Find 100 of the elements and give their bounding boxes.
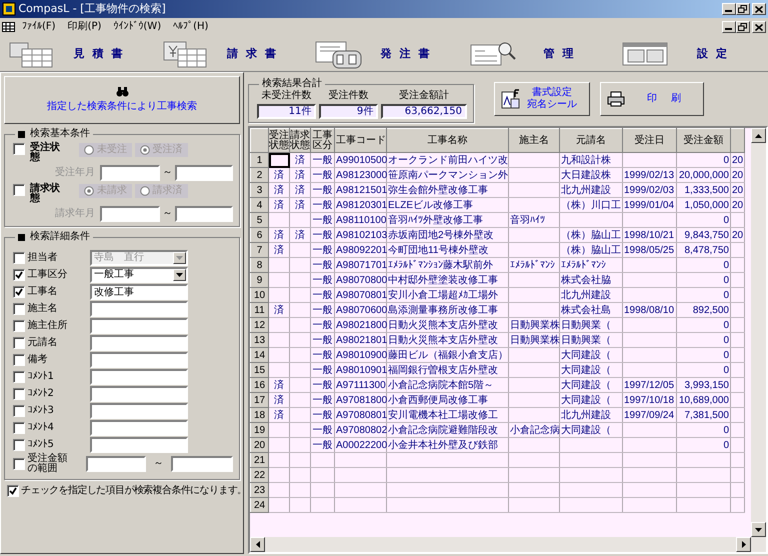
restore-button[interactable] <box>736 3 750 15</box>
checkbox[interactable] <box>13 438 25 450</box>
minimize-button[interactable] <box>722 3 736 15</box>
column-header[interactable]: 受注状態 <box>268 128 290 152</box>
date-field[interactable] <box>175 206 233 222</box>
text-field[interactable] <box>90 420 188 436</box>
radio-icon[interactable] <box>140 186 150 196</box>
toolbar-button[interactable]: 見積書 <box>0 36 154 71</box>
row-number[interactable]: 2 <box>250 168 268 182</box>
table-cell: 済 <box>268 182 290 198</box>
date-field[interactable] <box>175 165 233 181</box>
search-button[interactable]: 指定した検索条件により工事検索 <box>4 76 240 124</box>
amount-field[interactable] <box>171 456 233 472</box>
row-number[interactable]: 23 <box>250 482 268 498</box>
row-number[interactable]: 12 <box>250 318 268 332</box>
print-button[interactable]: 印刷 <box>600 82 704 116</box>
checkbox[interactable] <box>13 336 25 348</box>
column-header[interactable]: 請求状態 <box>290 128 310 152</box>
radio-icon[interactable] <box>140 144 150 154</box>
minimize-button[interactable] <box>722 21 736 33</box>
checkbox[interactable] <box>13 388 25 400</box>
menu-item[interactable]: ﾌｧｲﾙ(F) <box>16 21 62 33</box>
table-cell: 0 <box>676 362 730 378</box>
row-number[interactable]: 5 <box>250 212 268 228</box>
table-cell: 小倉記念病院避難階段改 <box>386 422 508 438</box>
amount-field[interactable] <box>86 456 146 472</box>
close-button[interactable] <box>752 3 766 15</box>
checkbox[interactable] <box>13 184 25 196</box>
checkbox[interactable] <box>13 370 25 382</box>
dropdown[interactable]: 一般工事 <box>90 266 188 282</box>
label-settings-button[interactable]: 書式設定 宛名シール <box>494 82 590 116</box>
restore-button[interactable] <box>736 21 750 33</box>
column-header[interactable]: 工事コード <box>334 128 386 152</box>
toolbar-button[interactable]: 設定 <box>614 36 768 71</box>
checkbox[interactable] <box>13 268 25 280</box>
row-number[interactable]: 14 <box>250 348 268 362</box>
column-header[interactable]: 受注日 <box>622 128 676 152</box>
toolbar-button[interactable]: 請求書 <box>154 36 308 71</box>
table-cell: 8,478,750 <box>676 242 730 258</box>
row-number[interactable]: 1 <box>250 152 268 168</box>
checkbox[interactable] <box>13 286 25 298</box>
checkbox[interactable] <box>13 422 25 434</box>
checkbox[interactable] <box>13 142 25 154</box>
row-number[interactable]: 7 <box>250 242 268 258</box>
vertical-scrollbar[interactable] <box>751 128 766 537</box>
text-field[interactable] <box>90 386 188 402</box>
row-number[interactable]: 13 <box>250 332 268 348</box>
row-number[interactable]: 4 <box>250 198 268 212</box>
checkbox[interactable] <box>13 458 25 470</box>
range-separator: ～ <box>154 458 164 470</box>
text-field[interactable] <box>90 352 188 368</box>
table-cell: ｴﾒﾗﾙﾄﾞﾏﾝｼ <box>560 258 622 272</box>
row-number[interactable]: 21 <box>250 452 268 468</box>
menu-item[interactable]: 印刷(P) <box>62 21 108 33</box>
radio-icon[interactable] <box>84 144 94 154</box>
toolbar-button[interactable]: 発注書 <box>307 36 461 71</box>
column-header[interactable]: 工事名称 <box>386 128 508 152</box>
row-number[interactable]: 11 <box>250 302 268 318</box>
checkbox[interactable] <box>13 302 25 314</box>
text-field[interactable] <box>90 318 188 334</box>
checkbox[interactable] <box>6 485 18 497</box>
text-field[interactable] <box>90 368 188 384</box>
column-header[interactable]: 施主名 <box>508 128 560 152</box>
row-number[interactable]: 22 <box>250 468 268 482</box>
menu-item[interactable]: ﾍﾙﾌﾟ(H) <box>167 21 214 33</box>
row-number[interactable]: 3 <box>250 182 268 198</box>
date-field[interactable] <box>100 206 160 222</box>
date-field[interactable] <box>100 165 160 181</box>
close-button[interactable] <box>752 21 766 33</box>
text-field[interactable] <box>90 402 188 418</box>
table-cell: A98120301 <box>334 198 386 212</box>
text-field[interactable]: 改修工事 <box>90 284 188 300</box>
menu-item[interactable]: ｳｲﾝﾄﾞｳ(W) <box>107 21 168 33</box>
column-header[interactable]: 受注金額 <box>676 128 730 152</box>
row-number[interactable]: 9 <box>250 272 268 288</box>
row-number[interactable]: 15 <box>250 362 268 378</box>
row-number[interactable]: 6 <box>250 228 268 242</box>
table-cell: 20 <box>730 152 744 168</box>
selected-cell[interactable] <box>268 152 290 168</box>
row-number[interactable]: 16 <box>250 378 268 392</box>
toolbar-button[interactable]: 管理 <box>460 36 614 71</box>
summary-label: 受注金額計 <box>398 90 450 102</box>
text-field[interactable] <box>90 334 188 350</box>
column-header[interactable]: 工事区分 <box>310 128 334 152</box>
row-number[interactable]: 18 <box>250 408 268 422</box>
row-number[interactable]: 8 <box>250 258 268 272</box>
row-number[interactable]: 19 <box>250 422 268 438</box>
text-field[interactable] <box>90 300 188 316</box>
table-cell: 1997/12/05 <box>622 378 676 392</box>
row-number[interactable]: 24 <box>250 498 268 512</box>
row-number[interactable]: 20 <box>250 438 268 452</box>
checkbox[interactable] <box>13 404 25 416</box>
text-field[interactable] <box>90 436 188 452</box>
radio-icon[interactable] <box>84 186 94 196</box>
horizontal-scrollbar[interactable] <box>250 537 766 552</box>
row-number[interactable]: 17 <box>250 392 268 408</box>
checkbox[interactable] <box>13 354 25 366</box>
checkbox[interactable] <box>13 320 25 332</box>
row-number[interactable]: 10 <box>250 288 268 302</box>
column-header[interactable]: 元請名 <box>560 128 622 152</box>
